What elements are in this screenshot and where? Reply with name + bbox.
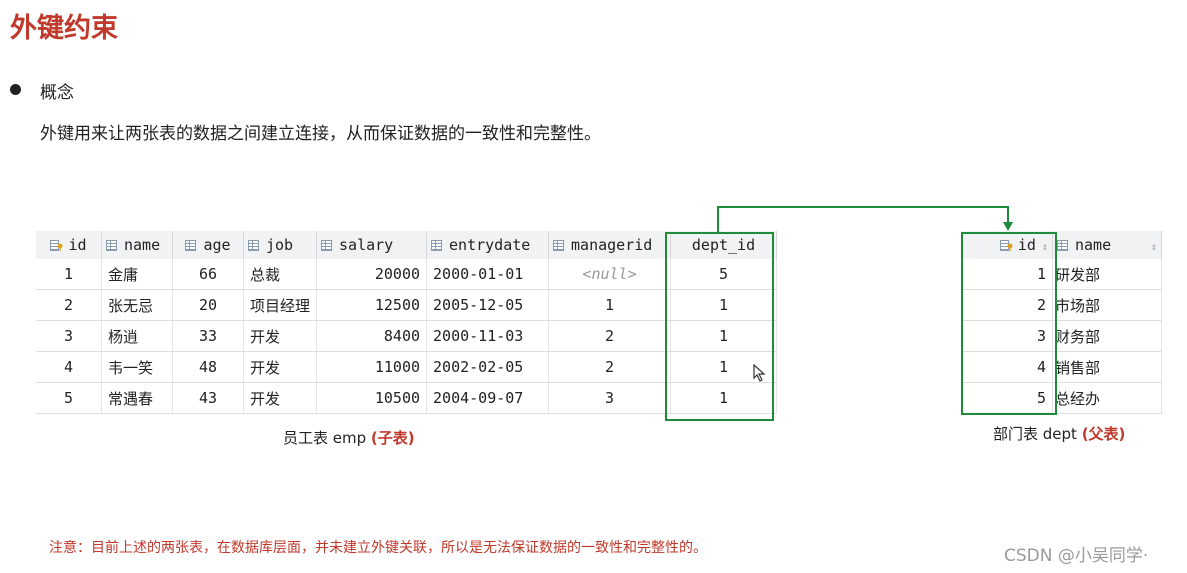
cell-name: 韦一笑 (101, 351, 173, 383)
emp-col-entrydate[interactable]: entrydate (426, 231, 550, 259)
concept-label: 概念 (40, 83, 74, 103)
cell-entrydate: 2000-01-01 (426, 259, 550, 290)
cell-age: 43 (172, 382, 244, 414)
cell-name: 金庸 (101, 259, 173, 290)
cell-name: 张无忌 (101, 289, 173, 321)
cell-job: 项目经理 (243, 289, 318, 321)
page-title: 外键约束 (10, 13, 118, 44)
bullet-point (10, 84, 21, 95)
cell-job: 开发 (243, 382, 318, 414)
column-icon (248, 240, 259, 251)
cell-managerid: 2 (548, 351, 672, 383)
column-icon (106, 240, 117, 251)
concept-description: 外键用来让两张表的数据之间建立连接，从而保证数据的一致性和完整性。 (40, 124, 601, 144)
column-icon (553, 240, 565, 251)
cell-id: 4 (36, 351, 102, 383)
cell-id: 5 (36, 382, 102, 414)
cell-entrydate: 2004-09-07 (426, 382, 550, 414)
cell-id: 3 (36, 320, 102, 352)
emp-col-age[interactable]: age (172, 231, 244, 259)
cell-entrydate: 2005-12-05 (426, 289, 550, 321)
column-icon (185, 240, 197, 251)
mouse-cursor-icon (753, 364, 766, 382)
cell-managerid: 1 (548, 289, 672, 321)
cell-salary: 8400 (316, 320, 428, 352)
cell-age: 33 (172, 320, 244, 352)
cell-name: 总经办 (1052, 382, 1162, 414)
primary-key-icon (50, 240, 63, 251)
emp-col-salary[interactable]: salary (316, 231, 428, 259)
cell-job: 开发 (243, 351, 318, 383)
dept-pk-highlight-box (961, 232, 1057, 415)
cell-age: 48 (172, 351, 244, 383)
cell-job: 开发 (243, 320, 318, 352)
cell-job: 总裁 (243, 259, 318, 290)
cell-name: 常遇春 (101, 382, 173, 414)
emp-col-id[interactable]: id (36, 231, 102, 259)
dept-table-caption: 部门表 dept (父表) (993, 425, 1126, 443)
cell-entrydate: 2002-02-05 (426, 351, 550, 383)
cell-age: 20 (172, 289, 244, 321)
cell-id: 1 (36, 259, 102, 290)
cell-name: 杨逍 (101, 320, 173, 352)
column-icon (431, 240, 443, 251)
emp-col-name[interactable]: name (101, 231, 173, 259)
cell-id: 2 (36, 289, 102, 321)
cell-name: 销售部 (1052, 351, 1162, 383)
column-icon (1057, 240, 1068, 251)
cell-salary: 10500 (316, 382, 428, 414)
emp-col-managerid[interactable]: managerid (548, 231, 672, 259)
column-icon (321, 240, 333, 251)
cell-managerid: <null> (548, 259, 672, 290)
emp-col-job[interactable]: job (243, 231, 318, 259)
note-text: 注意：目前上述的两张表，在数据库层面，并未建立外键关联，所以是无法保证数据的一致… (49, 540, 707, 556)
cell-entrydate: 2000-11-03 (426, 320, 550, 352)
sort-icon[interactable]: ⇕ (1151, 242, 1157, 253)
cell-name: 市场部 (1052, 289, 1162, 321)
dept-col-name[interactable]: name ⇕ (1052, 231, 1162, 259)
emp-table-caption: 员工表 emp (子表) (283, 429, 415, 447)
cell-salary: 12500 (316, 289, 428, 321)
watermark: CSDN @小吴同学· (1004, 546, 1149, 566)
cell-salary: 11000 (316, 351, 428, 383)
cell-age: 66 (172, 259, 244, 290)
foreign-key-arrow (717, 206, 1013, 232)
cell-name: 财务部 (1052, 320, 1162, 352)
cell-managerid: 3 (548, 382, 672, 414)
dept-id-highlight-box (665, 232, 774, 421)
cell-name: 研发部 (1052, 259, 1162, 290)
cell-managerid: 2 (548, 320, 672, 352)
cell-salary: 20000 (316, 259, 428, 290)
